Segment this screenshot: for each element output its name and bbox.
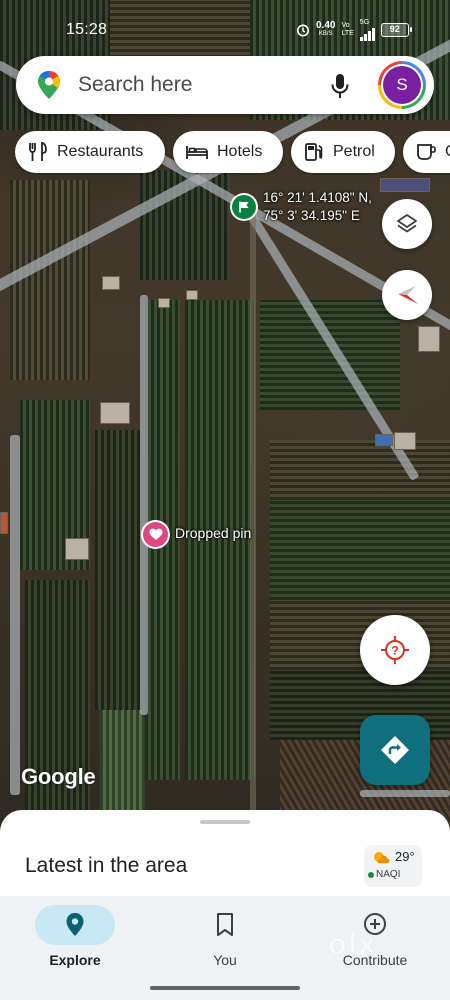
nav-explore[interactable]: Explore — [0, 896, 150, 976]
chip-label: Hotels — [217, 143, 263, 160]
location-pin-icon — [66, 913, 84, 936]
google-maps-logo-icon — [38, 71, 60, 99]
map-building — [102, 276, 120, 290]
chip-label: Restaurants — [57, 143, 144, 160]
map-road — [10, 435, 20, 795]
map-building — [100, 402, 130, 424]
map-road — [250, 200, 256, 820]
location-unknown-icon: ? — [381, 636, 409, 664]
layers-button[interactable] — [382, 199, 432, 249]
map-building — [186, 290, 198, 300]
chip-restaurants[interactable]: Restaurants — [15, 131, 165, 173]
avatar-letter: S — [383, 66, 421, 104]
heart-icon — [149, 528, 162, 540]
bookmark-icon — [217, 913, 233, 936]
sheet-title: Latest in the area — [25, 854, 188, 877]
chip-hotels[interactable]: Hotels — [173, 131, 283, 173]
directions-button[interactable] — [360, 715, 430, 785]
dropped-pin-label: Dropped pin — [175, 525, 252, 541]
coffee-icon — [417, 144, 436, 160]
search-bar[interactable]: Search here S — [16, 56, 434, 114]
weather-badge[interactable]: 29° NAQI — [364, 845, 422, 887]
signal-icon — [359, 27, 375, 41]
coordinates-label: 16° 21' 1.4108" N, 75° 3' 34.195" E — [263, 190, 372, 223]
nav-label: Explore — [49, 952, 101, 968]
air-quality-label: NAQI — [376, 869, 401, 880]
directions-icon — [381, 736, 409, 764]
bottom-navigation: Explore You Contribute — [0, 896, 450, 1000]
map-field — [25, 580, 90, 830]
weather-temperature: 29° — [395, 849, 415, 864]
account-avatar[interactable]: S — [378, 61, 426, 109]
map-field — [270, 440, 450, 500]
map-field — [260, 300, 400, 410]
chip-petrol[interactable]: Petrol — [291, 131, 395, 173]
chip-label: C — [445, 143, 450, 161]
status-time: 15:28 — [66, 21, 108, 38]
chip-coffee[interactable]: C — [403, 131, 450, 173]
chip-label: Petrol — [333, 143, 375, 160]
nav-label: You — [213, 952, 237, 968]
bed-icon — [186, 146, 208, 159]
dropped-pin-marker[interactable] — [141, 520, 170, 549]
my-location-button[interactable]: ? — [360, 615, 430, 685]
svg-text:?: ? — [391, 644, 398, 658]
battery-icon: 92 — [380, 23, 412, 37]
map-building — [158, 298, 170, 308]
network-indicator: 5G — [359, 19, 375, 41]
layers-icon — [397, 214, 417, 233]
map-road — [360, 790, 450, 797]
compass-icon — [398, 286, 418, 304]
volte-indicator: Vo LTE — [341, 22, 354, 37]
flag-icon — [239, 201, 249, 213]
map-building — [380, 178, 430, 192]
map-building — [375, 434, 393, 446]
olx-watermark: olx — [328, 928, 378, 961]
coordinate-pin[interactable] — [230, 193, 258, 221]
net-speed: 0.40 KB/S — [316, 20, 336, 38]
home-indicator[interactable] — [150, 986, 300, 990]
status-icons: 0.40 KB/S Vo LTE 5G 92 — [296, 18, 412, 42]
map-field — [270, 500, 450, 600]
map-building — [394, 432, 416, 450]
map-building — [0, 512, 8, 534]
microphone-icon[interactable] — [328, 72, 352, 100]
nav-you[interactable]: You — [150, 896, 300, 976]
google-attribution: Google — [21, 764, 96, 789]
fork-knife-icon — [29, 142, 47, 161]
aqi-dot-icon — [368, 872, 374, 878]
search-input[interactable]: Search here — [78, 73, 192, 97]
category-chips: Restaurants Hotels Petrol C — [15, 131, 450, 175]
satellite-map[interactable] — [0, 0, 450, 830]
sheet-drag-handle[interactable] — [200, 820, 250, 824]
compass-button[interactable] — [382, 270, 432, 320]
map-field — [95, 430, 140, 710]
fuel-pump-icon — [305, 143, 323, 161]
map-building — [418, 326, 440, 352]
partly-cloudy-icon — [374, 852, 390, 863]
status-bar: 15:28 0.40 KB/S Vo LTE 5G 92 — [0, 0, 450, 52]
map-building — [65, 538, 89, 560]
map-road — [140, 295, 148, 715]
map-field — [10, 180, 90, 380]
alarm-icon — [297, 24, 309, 37]
